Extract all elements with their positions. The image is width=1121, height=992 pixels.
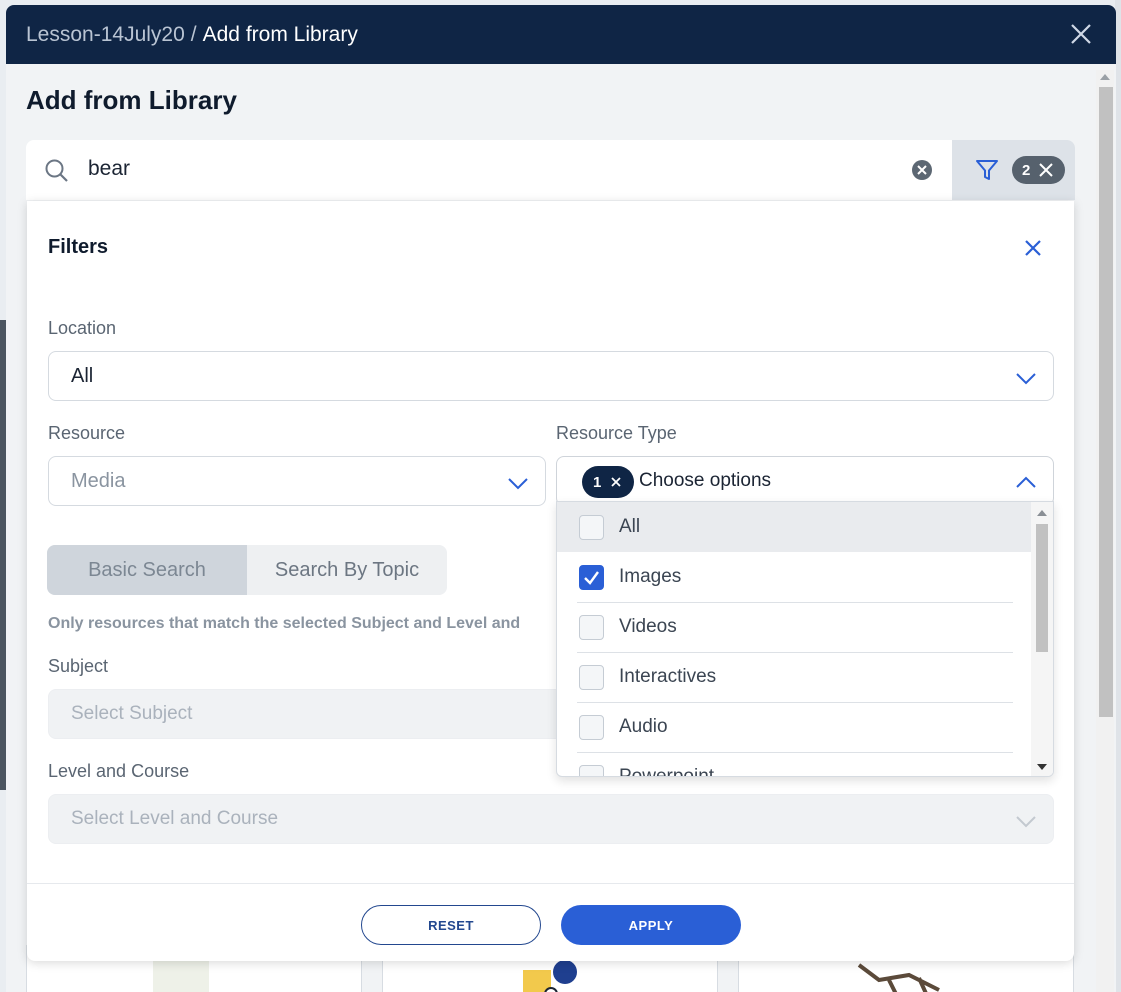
selected-count-chip[interactable]: 1 xyxy=(582,466,634,498)
resource-type-dropdown: All Images Videos Interactives Audio Pow… xyxy=(556,501,1054,777)
option-label: Images xyxy=(619,566,682,587)
filter-icon xyxy=(976,160,998,180)
option-powerpoint[interactable]: Powerpoint xyxy=(557,752,1031,777)
chevron-down-icon xyxy=(508,478,528,490)
scroll-up-arrow-icon[interactable] xyxy=(1100,74,1110,80)
filters-title: Filters xyxy=(48,236,109,258)
result-thumbnail xyxy=(153,960,209,992)
checkbox-powerpoint[interactable] xyxy=(579,765,604,776)
calendar-icon xyxy=(523,960,577,992)
resource-label: Resource xyxy=(48,423,126,443)
search-input[interactable]: bear xyxy=(88,157,130,181)
option-label: Videos xyxy=(619,616,677,637)
selected-count: 1 xyxy=(593,473,602,491)
modal-header: Lesson-14July20 / Add from Library xyxy=(6,5,1116,64)
resource-value: Media xyxy=(71,470,126,492)
tab-basic-search[interactable]: Basic Search xyxy=(47,545,247,595)
option-label: Interactives xyxy=(619,666,717,687)
chevron-down-icon xyxy=(1016,373,1036,385)
search-icon xyxy=(45,159,68,182)
level-course-placeholder: Select Level and Course xyxy=(71,808,279,829)
resource-type-label: Resource Type xyxy=(556,423,677,443)
checkbox-videos[interactable] xyxy=(579,615,604,640)
page-title: Add from Library xyxy=(26,85,237,115)
modal-scrollbar[interactable] xyxy=(1096,70,1114,992)
filter-count-badge[interactable]: 2 xyxy=(1012,156,1065,184)
option-images[interactable]: Images xyxy=(557,552,1031,602)
option-label: All xyxy=(619,516,641,537)
option-label: Powerpoint xyxy=(619,766,715,777)
option-audio[interactable]: Audio xyxy=(557,702,1031,752)
close-icon[interactable] xyxy=(1068,21,1094,47)
close-filters-icon[interactable] xyxy=(1022,237,1044,259)
subject-placeholder: Select Subject xyxy=(71,703,193,724)
checkbox-interactives[interactable] xyxy=(579,665,604,690)
scroll-down-arrow-icon[interactable] xyxy=(1037,764,1047,770)
level-course-label: Level and Course xyxy=(48,761,190,781)
checkmark-icon xyxy=(584,571,599,585)
option-all[interactable]: All xyxy=(557,502,1031,552)
filter-count: 2 xyxy=(1022,161,1031,179)
checkbox-all[interactable] xyxy=(579,515,604,540)
scroll-up-arrow-icon[interactable] xyxy=(1037,510,1047,516)
remove-selection-icon[interactable] xyxy=(610,476,622,488)
tab-search-by-topic[interactable]: Search By Topic xyxy=(247,545,447,595)
subject-label: Subject xyxy=(48,656,109,676)
scrollbar-thumb[interactable] xyxy=(1036,524,1048,652)
chevron-up-icon xyxy=(1016,476,1036,488)
chevron-down-icon xyxy=(1016,816,1036,828)
footer-divider xyxy=(27,883,1074,884)
breadcrumb-current: Add from Library xyxy=(202,22,358,46)
checkbox-audio[interactable] xyxy=(579,715,604,740)
clear-search-icon[interactable] xyxy=(911,159,933,181)
checkbox-images[interactable] xyxy=(579,565,604,590)
breadcrumb-parent[interactable]: Lesson-14July20 xyxy=(26,23,185,47)
reset-button[interactable]: RESET xyxy=(361,905,541,945)
breadcrumb-separator: / xyxy=(190,22,197,46)
dropdown-scrollbar[interactable] xyxy=(1031,502,1053,776)
option-interactives[interactable]: Interactives xyxy=(557,652,1031,702)
filter-toggle-button[interactable]: 2 xyxy=(952,140,1075,200)
option-videos[interactable]: Videos xyxy=(557,602,1031,652)
filter-note: Only resources that match the selected S… xyxy=(48,615,521,632)
option-label: Audio xyxy=(619,716,668,737)
clear-filters-icon[interactable] xyxy=(1038,162,1054,178)
location-select[interactable]: All xyxy=(48,351,1054,401)
level-course-select[interactable]: Select Level and Course xyxy=(48,794,1054,844)
location-value: All xyxy=(71,365,94,387)
resource-select[interactable]: Media xyxy=(48,456,546,506)
skeleton-thumbnail xyxy=(857,963,940,992)
search-mode-tabs: Basic Search Search By Topic xyxy=(47,545,447,595)
resource-type-placeholder: Choose options xyxy=(639,470,772,491)
add-from-library-modal: Lesson-14July20 / Add from Library Add f… xyxy=(6,5,1116,992)
scrollbar-thumb[interactable] xyxy=(1099,87,1113,717)
resource-type-select[interactable]: 1 Choose options xyxy=(556,456,1054,506)
apply-button[interactable]: APPLY xyxy=(561,905,741,945)
search-bar: bear 2 xyxy=(26,140,1075,200)
location-label: Location xyxy=(48,318,117,338)
